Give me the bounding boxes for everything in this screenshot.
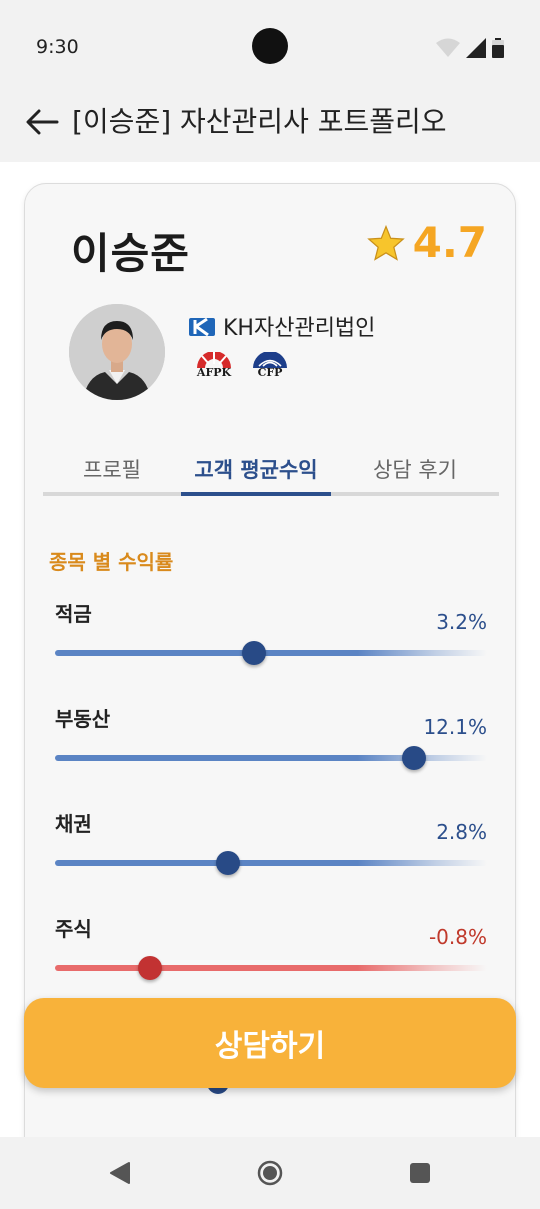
return-slider-track[interactable] bbox=[55, 860, 487, 866]
return-item-value: 12.1% bbox=[423, 715, 487, 739]
return-item-stocks: 주식 -0.8% bbox=[55, 913, 487, 1003]
star-icon bbox=[366, 224, 405, 261]
arrow-left-icon bbox=[26, 109, 59, 135]
cfp-badge: CFP bbox=[249, 352, 291, 379]
nav-back-button[interactable] bbox=[106, 1159, 134, 1187]
wifi-icon bbox=[436, 38, 460, 57]
return-item-value: 2.8% bbox=[436, 820, 487, 844]
return-item-label: 주식 bbox=[55, 917, 92, 941]
company-logo-icon bbox=[189, 317, 215, 337]
status-bar: 9:30 bbox=[0, 0, 540, 96]
square-recents-icon bbox=[410, 1163, 430, 1183]
afpk-badge: AFPK bbox=[193, 352, 235, 379]
return-item-label: 부동산 bbox=[55, 707, 111, 731]
status-icons bbox=[436, 38, 504, 58]
rating: 4.7 bbox=[366, 218, 487, 267]
advisor-name: 이승준 bbox=[71, 229, 190, 278]
company: KH자산관리법인 bbox=[189, 310, 375, 342]
consult-button[interactable]: 상담하기 bbox=[24, 998, 516, 1088]
return-item-label: 적금 bbox=[55, 602, 92, 626]
cfp-label: CFP bbox=[257, 366, 283, 379]
nav-recents-button[interactable] bbox=[406, 1159, 434, 1187]
signal-icon bbox=[466, 38, 486, 58]
rating-value: 4.7 bbox=[412, 218, 487, 267]
back-button[interactable] bbox=[22, 102, 62, 142]
returns-section-title: 종목 별 수익률 bbox=[49, 550, 174, 574]
tab-profile[interactable]: 프로필 bbox=[43, 442, 181, 492]
return-item-real-estate: 부동산 12.1% bbox=[55, 703, 487, 793]
battery-icon bbox=[492, 38, 504, 58]
nav-home-button[interactable] bbox=[256, 1159, 284, 1187]
avatar-photo bbox=[69, 304, 165, 400]
return-item-label: 채권 bbox=[55, 812, 92, 836]
company-name: KH자산관리법인 bbox=[223, 316, 376, 341]
return-item-savings: 적금 3.2% bbox=[55, 598, 487, 688]
return-slider-thumb[interactable] bbox=[215, 851, 240, 875]
system-nav-bar bbox=[0, 1137, 540, 1209]
return-slider-thumb[interactable] bbox=[138, 956, 163, 980]
return-slider-track[interactable] bbox=[55, 650, 487, 656]
app-bar: [이승준] 자산관리사 포트폴리오 bbox=[0, 96, 540, 162]
return-slider-track[interactable] bbox=[55, 965, 487, 971]
return-slider-thumb[interactable] bbox=[401, 746, 426, 770]
tab-consultation-reviews[interactable]: 상담 후기 bbox=[331, 442, 499, 492]
circle-home-icon bbox=[257, 1160, 283, 1186]
consult-button-label: 상담하기 bbox=[214, 1030, 326, 1063]
return-item-value: -0.8% bbox=[428, 925, 487, 949]
tab-client-average-return[interactable]: 고객 평균수익 bbox=[181, 442, 331, 496]
certification-badges: AFPK CFP bbox=[193, 352, 291, 379]
status-time: 9:30 bbox=[36, 36, 79, 58]
return-item-value: 3.2% bbox=[436, 610, 487, 634]
afpk-label: AFPK bbox=[196, 366, 232, 379]
return-item-bonds: 채권 2.8% bbox=[55, 808, 487, 898]
page-title: [이승준] 자산관리사 포트폴리오 bbox=[72, 105, 447, 138]
return-slider-thumb[interactable] bbox=[241, 641, 266, 665]
avatar bbox=[69, 304, 165, 400]
tab-bar: 프로필 고객 평균수익 상담 후기 bbox=[43, 442, 499, 496]
triangle-back-icon bbox=[110, 1162, 130, 1184]
camera-cutout bbox=[252, 28, 288, 64]
